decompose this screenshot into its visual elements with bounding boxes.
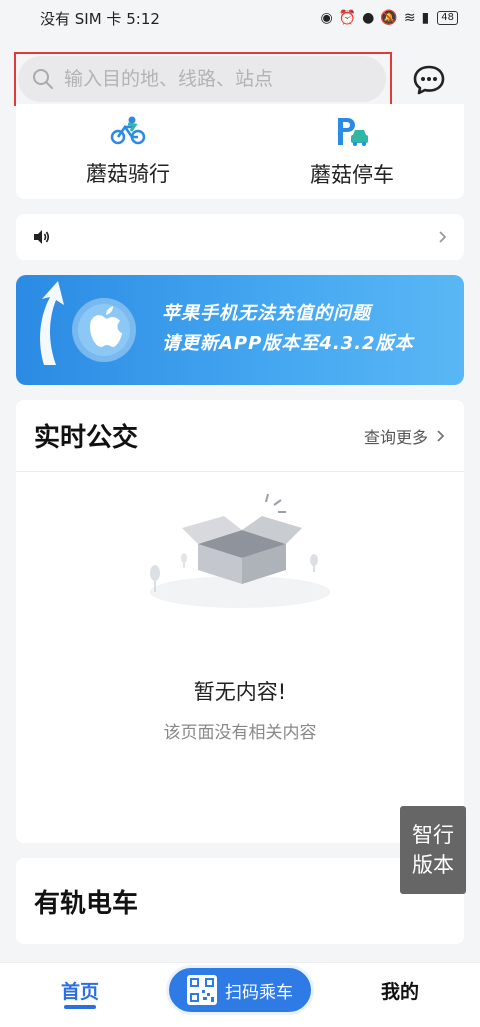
chat-bubble-icon: [413, 65, 445, 95]
tab-home[interactable]: 首页: [40, 977, 120, 1004]
status-icons: ◉ ⏰ ● 🔕 ≋ ▮ 48: [320, 10, 458, 26]
search-row: [0, 48, 480, 110]
bottom-tab-bar: 首页 扫码乘车 我的: [0, 962, 480, 1027]
mute-icon: 🔕: [380, 10, 398, 26]
speaker-icon: [34, 230, 50, 244]
empty-title: 暂无内容!: [193, 680, 287, 704]
battery-icon: 48: [437, 11, 458, 25]
banner-text: 苹果手机无法充值的问题 请更新APP版本至4.3.2版本: [162, 299, 414, 359]
smart-version-line2: 版本: [412, 853, 454, 877]
qr-code-icon: [187, 975, 217, 1005]
apple-logo-icon: [40, 281, 136, 365]
chevron-right-icon: [437, 429, 445, 442]
service-parking[interactable]: 蘑菇停车: [240, 104, 464, 199]
service-parking-label: 蘑菇停车: [310, 162, 394, 187]
tab-home-indicator: [64, 1005, 96, 1009]
eye-icon: ◉: [320, 10, 333, 26]
empty-subtitle: 该页面没有相关内容: [163, 723, 317, 743]
promo-banner[interactable]: 苹果手机无法充值的问题 请更新APP版本至4.3.2版本: [16, 275, 464, 385]
status-left: 没有 SIM 卡 5:12: [40, 8, 160, 29]
alert-icon: ▮: [421, 10, 430, 26]
banner-line1: 苹果手机无法充值的问题: [162, 303, 371, 324]
service-bike-label: 蘑菇骑行: [86, 161, 170, 186]
service-card: 蘑菇骑行 蘑菇停车: [16, 104, 464, 199]
location-icon: ●: [362, 10, 375, 26]
search-highlight-box: [14, 52, 392, 106]
realtime-bus-header: 实时公交 查询更多: [16, 400, 464, 472]
status-bar: 没有 SIM 卡 5:12 ◉ ⏰ ● 🔕 ≋ ▮ 48: [0, 0, 480, 36]
tram-title: 有轨电车: [34, 888, 139, 919]
parking-icon: [338, 117, 368, 146]
banner-line2: 请更新APP版本至4.3.2版本: [162, 333, 414, 354]
chevron-right-icon: [439, 231, 447, 243]
empty-state: 暂无内容! 该页面没有相关内容: [16, 472, 464, 842]
bicycle-icon: [110, 116, 146, 144]
carrier-label: 没有 SIM 卡: [40, 9, 122, 28]
service-bike[interactable]: 蘑菇骑行: [16, 104, 240, 199]
scan-ride-button[interactable]: 扫码乘车: [166, 965, 314, 1015]
query-more-link[interactable]: 查询更多: [364, 424, 446, 448]
smart-version-button[interactable]: 智行 版本: [400, 806, 466, 894]
wifi-icon: ≋: [403, 10, 416, 26]
realtime-bus-card: 实时公交 查询更多 暂无内容! 该页面没有相关内容: [16, 400, 464, 843]
scan-ride-label: 扫码乘车: [225, 982, 293, 1003]
smart-version-line1: 智行: [412, 823, 454, 847]
empty-box-icon: [150, 493, 330, 608]
tab-me[interactable]: 我的: [360, 977, 440, 1004]
notice-bar[interactable]: [16, 214, 464, 260]
query-more-label: 查询更多: [363, 427, 428, 447]
clock-label: 5:12: [126, 9, 160, 28]
message-button[interactable]: [412, 64, 446, 95]
alarm-icon: ⏰: [338, 10, 357, 26]
section-title: 实时公交: [34, 423, 139, 453]
tram-card: 有轨电车: [16, 858, 464, 944]
